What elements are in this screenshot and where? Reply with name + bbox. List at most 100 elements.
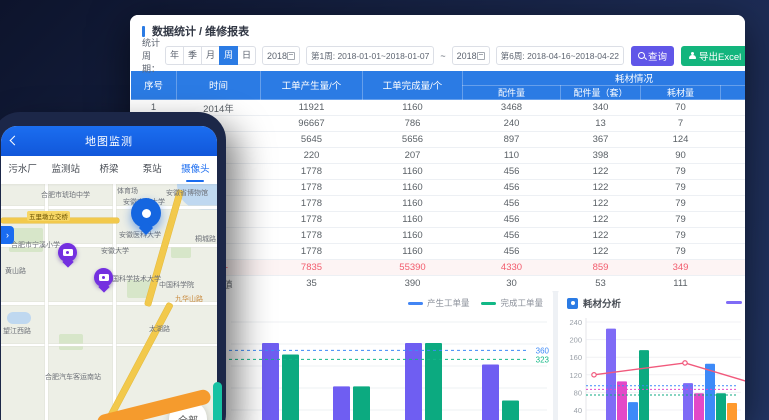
table-row: 12014年119211160346834070250 (131, 100, 746, 116)
calendar-icon (287, 52, 295, 60)
start-year-value: 2018 (267, 51, 287, 61)
map-label: 安徽大学 (101, 246, 129, 256)
start-year-select[interactable]: 2018 (262, 46, 300, 65)
map-label: 黄山路 (5, 266, 26, 276)
phone-tab-桥梁[interactable]: 桥梁 (87, 156, 130, 184)
export-excel-button[interactable]: 导出Excel (681, 46, 745, 66)
bar-完成工单量 (425, 343, 442, 420)
table-cell: 220 (261, 148, 363, 164)
table-cell: 690 (721, 116, 746, 132)
chart-title: 耗材分析 (583, 296, 621, 310)
bar-完成工单量 (282, 354, 299, 420)
bar-产生工单量 (333, 386, 350, 420)
legend-line (481, 302, 496, 305)
workorder-chart-card: 产生工单量 完成工单量 360323 (225, 288, 553, 420)
bar (716, 393, 726, 420)
start-week-select[interactable]: 第1周: 2018-01-01~2018-01-07 (306, 46, 434, 65)
map-label: 合肥市琥珀中学 (41, 190, 90, 200)
table-cell: 456 (463, 212, 561, 228)
selected-location-marker[interactable] (131, 198, 161, 228)
y-axis-tick: 200 (569, 336, 582, 345)
period-option[interactable]: 年 (165, 46, 184, 65)
table-cell: 96667 (261, 116, 363, 132)
table-cell: 1778 (261, 212, 363, 228)
expand-panel-button[interactable]: › (1, 226, 14, 244)
table-cell: 1160 (363, 100, 463, 116)
trend-line (594, 363, 745, 384)
table-cell: 456 (463, 180, 561, 196)
search-icon (638, 52, 645, 59)
park-shape (59, 334, 83, 350)
sub-column-header: 耗材量 (641, 86, 721, 100)
phone-tab-泵站[interactable]: 泵站 (131, 156, 174, 184)
calendar-icon (477, 52, 485, 60)
bar (683, 383, 693, 420)
period-option[interactable]: 周 (219, 46, 238, 65)
legend-item: 完成工单量 (481, 297, 543, 309)
map-label: 合肥市宁溪小学 (11, 240, 60, 250)
table-cell: 1160 (363, 244, 463, 260)
table-cell: 340 (561, 100, 641, 116)
bar-完成工单量 (502, 401, 519, 420)
trend-point (592, 373, 596, 377)
period-option[interactable]: 月 (201, 46, 220, 65)
bar (617, 381, 627, 420)
table-cell: 1160 (363, 180, 463, 196)
table-cell: 19 (721, 148, 746, 164)
query-button[interactable]: 查询 (631, 46, 674, 66)
back-icon[interactable] (10, 136, 20, 146)
table-cell: 11921 (261, 100, 363, 116)
table-cell: 67 (721, 228, 746, 244)
period-option[interactable]: 日 (237, 46, 256, 65)
map-label: 望江西路 (3, 326, 31, 336)
column-header: 工单完成量/个 (363, 71, 463, 100)
column-header: 工单产生量/个 (261, 71, 363, 100)
table-cell: 55390 (363, 260, 463, 276)
table-cell: 1160 (363, 228, 463, 244)
phone-tab-污水厂[interactable]: 污水厂 (1, 156, 44, 184)
map-label: 五里墩立交桥 (27, 211, 70, 221)
legend-item: 产生工单量 (408, 297, 470, 309)
table-cell: 1778 (261, 164, 363, 180)
table-cell: 122 (561, 180, 641, 196)
sub-column-header: 配件量（套） (561, 86, 641, 100)
bar (628, 402, 638, 420)
phone-tab-监测站[interactable]: 监测站 (44, 156, 87, 184)
table-cell: 1160 (363, 196, 463, 212)
map-view[interactable]: › 全部 合肥市琥珀中学体育场安徽农业大学安徽省博物馆五里墩立交桥合肥市宁溪小学… (1, 184, 217, 420)
map-label: 九华山路 (175, 294, 203, 304)
map-label: 太湖路 (149, 324, 170, 334)
end-year-select[interactable]: 2018 (452, 46, 490, 65)
table-cell: 859 (561, 260, 641, 276)
table-cell: 1160 (363, 164, 463, 180)
breadcrumb-accent-bar (142, 26, 145, 37)
phone-tab-bar: 污水厂监测站桥梁泵站摄像头 (1, 156, 217, 184)
camera-marker[interactable] (94, 268, 113, 287)
phone-page-title: 地图监测 (85, 133, 133, 149)
bar (705, 364, 715, 420)
table-cell: 79 (641, 164, 721, 180)
table-cell: 367 (561, 132, 641, 148)
table-cell: 1778 (261, 180, 363, 196)
period-option[interactable]: 季 (183, 46, 202, 65)
lake-shape (7, 312, 31, 324)
consumables-chart-card: 耗材分析 2402001601208040 (558, 288, 745, 420)
range-separator: ~ (440, 51, 445, 61)
workorder-bar-chart: 360323 (225, 318, 553, 420)
phone-app-header: 地图监测 (1, 126, 217, 156)
phone-frame: 地图监测 污水厂监测站桥梁泵站摄像头 › (0, 112, 226, 420)
phone-tab-摄像头[interactable]: 摄像头 (174, 156, 217, 184)
end-week-select[interactable]: 第6周: 2018-04-16~2018-04-22 (496, 46, 624, 65)
export-icon (688, 52, 696, 60)
table-cell: 79 (641, 244, 721, 260)
map-label: 合肥汽车客运南站 (45, 372, 101, 382)
table-cell: 129 (721, 132, 746, 148)
y-axis-tick: 240 (569, 318, 582, 327)
table-cell: 250 (721, 100, 746, 116)
y-axis-tick: 80 (574, 388, 582, 397)
camera-marker[interactable] (58, 243, 77, 262)
table-cell: 1778 (261, 228, 363, 244)
bar-产生工单量 (262, 343, 279, 420)
export-button-label: 导出Excel (699, 49, 741, 63)
legend-label: 完成工单量 (500, 297, 543, 309)
